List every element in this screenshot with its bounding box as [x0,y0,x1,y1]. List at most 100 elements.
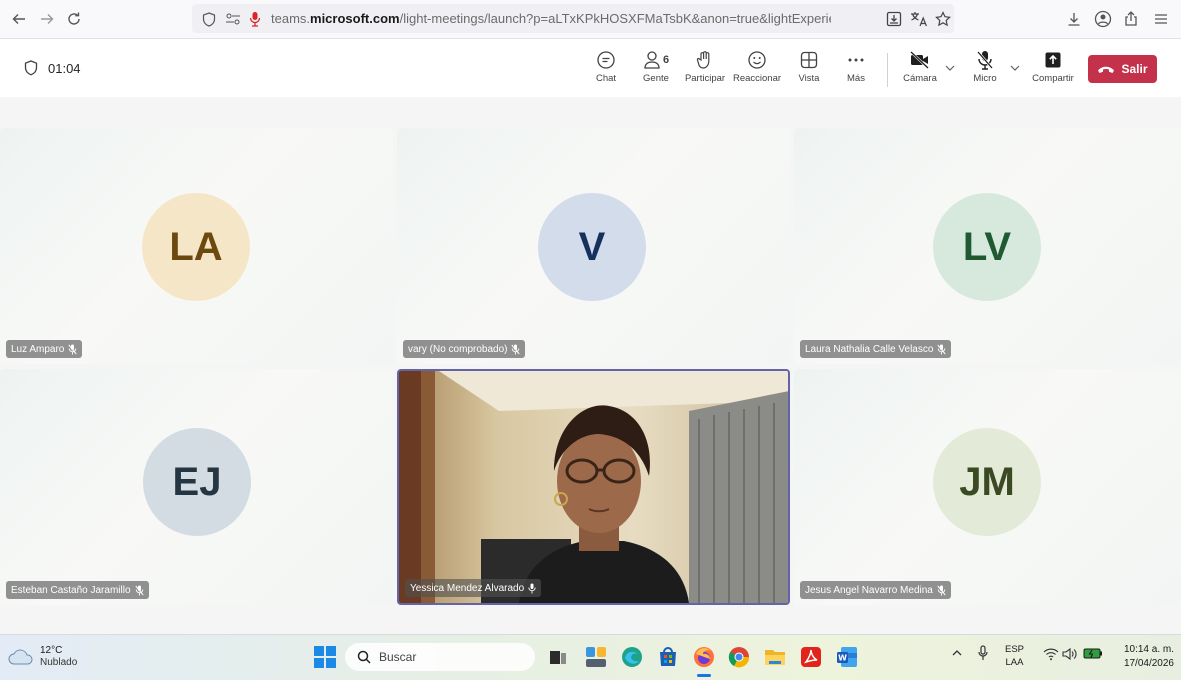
cloud-icon [8,649,34,665]
wifi-icon[interactable] [1043,647,1059,661]
participant-avatar: LV [933,193,1041,301]
task-view-icon[interactable] [549,648,567,666]
widgets-app-icon[interactable] [584,645,608,669]
people-icon [643,50,661,70]
language-indicator[interactable]: ESP LAA [1005,643,1024,669]
permissions-icon[interactable] [222,8,244,30]
share-button[interactable]: Compartir [1030,49,1076,93]
participant-avatar: V [538,193,646,301]
install-app-icon[interactable] [883,8,905,30]
react-button[interactable]: Reaccionar [732,49,782,93]
smiley-icon [747,49,767,71]
camera-button[interactable]: Cámara [900,49,940,93]
participant-name: Yessica Mendez Alvarado [410,582,525,594]
participant-tile[interactable]: LV Laura Nathalia Calle Velasco [794,128,1181,364]
participant-name-tag: vary (No comprobado) [403,340,526,358]
back-arrow-icon[interactable] [8,8,30,30]
account-icon[interactable] [1092,8,1114,30]
grid-view-icon [800,49,818,71]
participant-name-tag: Luz Amparo [6,340,83,358]
participant-video-feed [399,371,788,603]
meeting-toolbar: 01:04 Chat 6 Gente Participar Reaccionar [0,39,1181,98]
windows-start-icon[interactable] [314,646,336,668]
people-count: 6 [662,54,670,66]
chat-button[interactable]: Chat [591,49,621,93]
reload-icon[interactable] [63,8,85,30]
people-button[interactable]: 6 Gente [638,49,674,93]
share-screen-icon [1044,49,1062,71]
language-code: ESP [1005,644,1025,655]
participant-name: vary (No comprobado) [408,343,508,355]
bookmark-star-icon[interactable] [932,8,954,30]
system-clock[interactable]: 10:14 a. m. 17/04/2026 [1110,643,1174,671]
mic-muted-icon [68,344,77,355]
raise-hand-button[interactable]: Participar [683,49,727,93]
phone-hangup-icon [1097,64,1115,74]
shield-icon[interactable] [198,8,220,30]
mic-muted-icon [937,585,946,596]
battery-charging-icon[interactable] [1083,647,1103,660]
mic-off-icon [976,49,994,71]
volume-icon[interactable] [1062,647,1078,661]
mic-muted-icon [937,344,947,355]
mic-muted-icon [134,585,144,596]
acrobat-icon[interactable] [799,645,823,669]
chat-label: Chat [595,73,617,84]
downloads-icon[interactable] [1063,8,1085,30]
participant-avatar: EJ [143,428,251,536]
participant-tile[interactable]: V vary (No comprobado) [397,128,790,364]
react-label: Reaccionar [732,73,782,84]
participant-tile[interactable]: LA Luz Amparo [0,128,393,364]
firefox-icon[interactable] [692,645,716,669]
participant-name: Laura Nathalia Calle Velasco [805,343,934,355]
more-label: Más [847,73,865,84]
people-label: Gente [643,73,669,84]
more-button[interactable]: Más [843,49,869,93]
participant-name: Luz Amparo [11,343,65,355]
search-placeholder: Buscar [379,650,417,664]
clock-time: 10:14 a. m. [1123,644,1174,655]
word-icon[interactable]: W [835,645,859,669]
raise-hand-label: Participar [684,73,726,84]
weather-temp: 12°C [40,645,63,656]
show-hidden-icons-chevron-icon[interactable] [952,650,962,656]
participant-name-tag: Yessica Mendez Alvarado [405,579,542,597]
raise-hand-icon [696,49,714,71]
menu-icon[interactable] [1150,8,1172,30]
address-bar[interactable]: teams.microsoft.com/light-meetings/launc… [192,4,954,33]
translate-icon[interactable] [908,8,930,30]
mic-on-icon [528,583,536,594]
share-page-icon[interactable] [1120,8,1142,30]
leave-label: Salir [1121,62,1148,76]
participant-tile[interactable]: EJ Esteban Castaño Jaramillo [0,369,393,605]
participant-video-tile[interactable]: Yessica Mendez Alvarado [397,369,790,605]
view-button[interactable]: Vista [795,49,823,93]
weather-widget[interactable]: 12°C Nublado [8,645,77,669]
leave-button[interactable]: Salir [1088,55,1157,83]
camera-options-chevron-icon[interactable] [945,65,955,71]
taskbar: 12°C Nublado Buscar W ESP LAA 10:14 a. m… [0,634,1181,680]
participant-name: Jesus Angel Navarro Medina [805,584,933,596]
weather-desc: Nublado [40,657,78,668]
keyboard-layout: LAA [1005,657,1024,668]
edge-icon[interactable] [620,645,644,669]
mic-options-chevron-icon[interactable] [1010,65,1020,71]
taskbar-search[interactable]: Buscar [345,643,535,671]
participant-tile[interactable]: JM Jesus Angel Navarro Medina [794,369,1181,605]
mic-muted-icon [511,344,521,355]
chrome-icon[interactable] [727,645,751,669]
mic-button[interactable]: Micro [970,49,1000,93]
forward-arrow-icon[interactable] [36,8,58,30]
search-icon [357,650,371,664]
clock-date: 17/04/2026 [1123,658,1174,669]
participant-name-tag: Laura Nathalia Calle Velasco [800,340,952,358]
microphone-tray-icon[interactable] [978,645,988,661]
participant-avatar: JM [933,428,1041,536]
active-app-indicator [697,674,711,677]
microphone-in-use-icon[interactable] [244,8,266,30]
participant-grid: LA Luz Amparo V vary (No comprobado) LV … [0,97,1181,634]
url-text[interactable]: teams.microsoft.com/light-meetings/launc… [271,11,831,26]
file-explorer-icon[interactable] [763,645,787,669]
chat-icon [596,49,616,71]
store-icon[interactable] [656,645,680,669]
